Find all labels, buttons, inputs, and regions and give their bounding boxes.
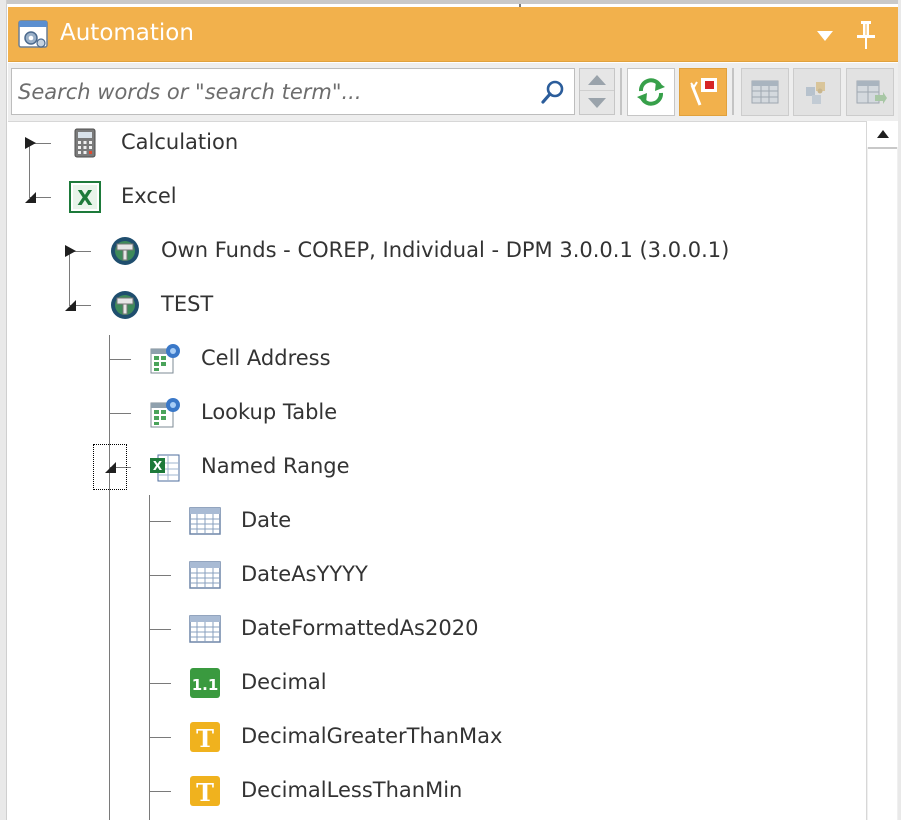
vertical-scrollbar[interactable]: [866, 121, 898, 820]
tree-node-excel[interactable]: Excel: [121, 184, 177, 208]
tree-node-date[interactable]: Date: [241, 508, 291, 532]
tree-view: [8, 121, 866, 820]
text-t-icon: T: [190, 722, 220, 753]
puzzle-icon: [806, 82, 825, 104]
expand-arrow-icon[interactable]: [63, 244, 77, 258]
tree-node-calculation[interactable]: Calculation: [121, 130, 238, 154]
tree-node-decimal-greater-than-max[interactable]: DecimalGreaterThanMax: [241, 724, 502, 748]
named-range-icon: X: [150, 454, 180, 482]
wand-flag-icon: [690, 78, 717, 106]
tree-connector: [149, 791, 171, 792]
calculator-icon: [74, 128, 96, 158]
table-view-button[interactable]: [741, 68, 789, 116]
tree-connector: [149, 737, 171, 738]
panel-title-bar: Automation: [8, 7, 898, 62]
search-icon[interactable]: [540, 79, 566, 105]
scroll-thumb[interactable]: [868, 147, 897, 820]
automation-gear-icon: [18, 20, 48, 48]
pin-icon[interactable]: [854, 20, 878, 50]
taxonomy-globe-icon: [111, 291, 139, 319]
search-navigation-spinner: [579, 68, 615, 115]
tree-node-decimal[interactable]: Decimal: [241, 670, 327, 694]
search-box: [11, 68, 575, 115]
svg-text:X: X: [77, 186, 93, 210]
tree-connector: [149, 495, 150, 820]
collapse-arrow-icon[interactable]: [63, 298, 77, 312]
tree-node-named-range[interactable]: Named Range: [201, 454, 350, 478]
collapse-arrow-icon[interactable]: [23, 190, 37, 204]
tree-node-cell-address[interactable]: Cell Address: [201, 346, 331, 370]
export-table-button[interactable]: [846, 68, 894, 116]
date-grid-icon: [189, 507, 221, 535]
date-grid-icon: [189, 615, 221, 643]
table-icon: [751, 80, 779, 104]
svg-text:T: T: [196, 724, 214, 753]
tree-connector: [109, 335, 110, 820]
toolbar-separator: [732, 68, 734, 115]
cell-address-icon: [150, 344, 180, 374]
search-input[interactable]: [18, 75, 518, 108]
previous-result-button[interactable]: [580, 69, 614, 91]
refresh-button[interactable]: [627, 68, 675, 116]
text-t-icon: T: [190, 776, 220, 807]
panel-title: Automation: [60, 20, 194, 46]
highlight-button[interactable]: [679, 68, 727, 116]
tree-node-lookup-table[interactable]: Lookup Table: [201, 400, 337, 424]
arrow-down-icon: [588, 98, 606, 108]
puzzle-button[interactable]: [793, 68, 841, 116]
toolbar-separator: [620, 68, 622, 115]
tree-node-test[interactable]: TEST: [161, 292, 213, 316]
next-result-button[interactable]: [580, 92, 614, 114]
arrow-up-icon: [876, 130, 889, 138]
tree-connector: [149, 575, 171, 576]
tree-connector: [109, 413, 131, 414]
tree-connector: [29, 143, 30, 197]
excel-icon: X: [69, 181, 101, 213]
expand-arrow-icon[interactable]: [23, 136, 37, 150]
arrow-up-icon: [588, 74, 606, 85]
tree-node-date-as-yyyy[interactable]: DateAsYYYY: [241, 562, 368, 586]
refresh-icon: [637, 78, 665, 106]
tree-node-own-funds[interactable]: Own Funds - COREP, Individual - DPM 3.0.…: [161, 238, 729, 262]
table-export-icon: [856, 80, 887, 104]
tree-node-date-formatted-as-2020[interactable]: DateFormattedAs2020: [241, 616, 478, 640]
tree-connector: [69, 251, 70, 305]
date-grid-icon: [189, 561, 221, 589]
taxonomy-globe-icon: [111, 237, 139, 265]
panel-left-border: [0, 0, 7, 820]
dropdown-arrow-icon[interactable]: [814, 25, 836, 47]
tree-node-decimal-less-than-min[interactable]: DecimalLessThanMin: [241, 778, 462, 802]
collapse-arrow-icon[interactable]: [103, 460, 117, 474]
svg-text:X: X: [153, 459, 163, 473]
svg-text:1.1: 1.1: [192, 676, 219, 694]
toolbar: [8, 63, 898, 121]
svg-text:T: T: [196, 778, 214, 807]
tree-connector: [149, 683, 171, 684]
lookup-table-icon: [150, 398, 180, 428]
scroll-up-button[interactable]: [867, 121, 898, 147]
tree-connector: [109, 359, 131, 360]
tree-connector: [149, 629, 171, 630]
decimal-icon: 1.1: [190, 668, 220, 698]
tree-connector: [149, 521, 171, 522]
